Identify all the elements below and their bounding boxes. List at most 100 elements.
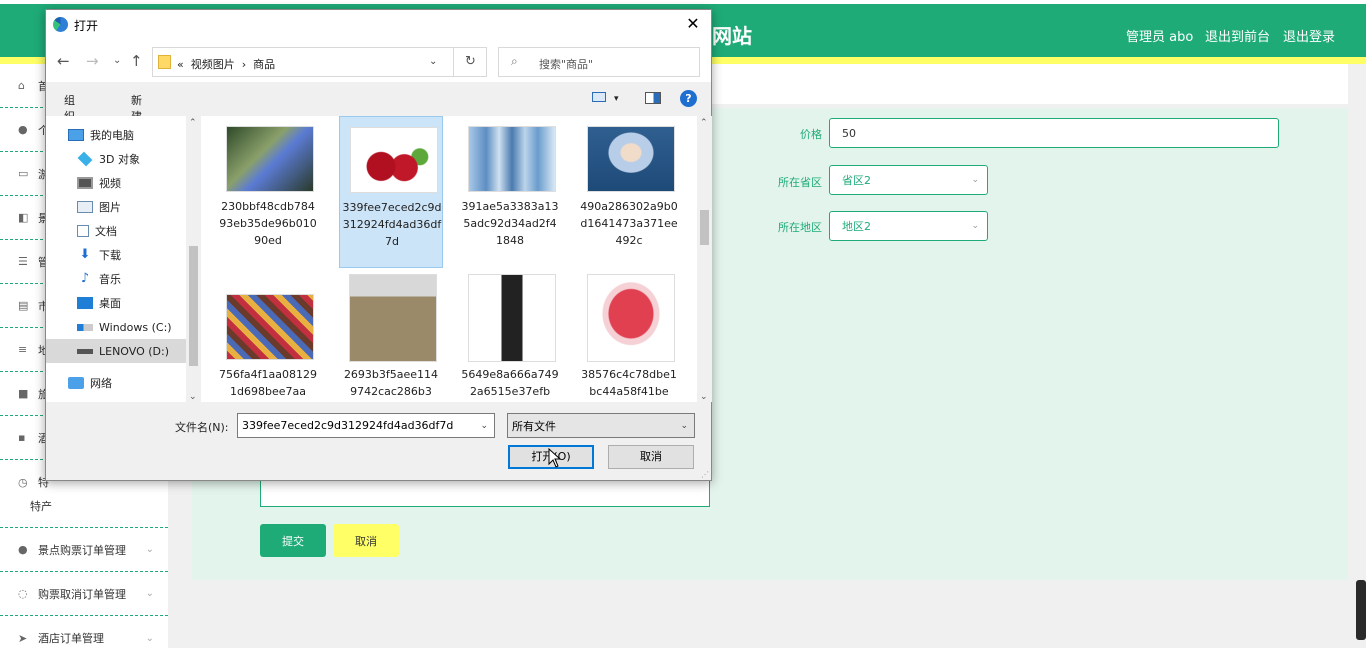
send-icon: ➤ <box>18 631 28 645</box>
file-item[interactable]: 2693b3f5aee1149742cac286b3 <box>339 270 443 422</box>
music-icon: ♪ <box>80 271 90 286</box>
scroll-up-icon[interactable]: ⌃ <box>189 118 197 128</box>
nav-item-label: 桌面 <box>99 297 121 310</box>
admin-user-label: 管理员 abo <box>1126 30 1194 45</box>
forward-arrow-icon[interactable]: → <box>86 52 99 70</box>
list-icon: ☰ <box>18 255 28 268</box>
nav-item-drive-d[interactable]: LENOVO (D:) <box>46 339 186 363</box>
dialog-cancel-button[interactable]: 取消 <box>608 445 694 469</box>
scroll-down-icon[interactable]: ⌄ <box>700 392 708 402</box>
card-icon: ▭ <box>18 167 29 180</box>
sidebar-item-label: 酒店订单管理 <box>38 632 104 645</box>
scroll-up-icon[interactable]: ⌃ <box>700 118 708 128</box>
pictures-icon <box>77 201 93 213</box>
breadcrumb-item[interactable]: 视频图片 <box>191 58 235 71</box>
price-input[interactable]: 50 <box>829 118 1279 148</box>
tube-image <box>468 274 556 362</box>
cancel-button[interactable]: 取消 <box>333 524 399 557</box>
dialog-footer: 文件名(N): 339fee7eced2c9d312924fd4ad36df7d… <box>46 402 711 480</box>
dialog-title: 打开 <box>74 19 99 33</box>
back-arrow-icon[interactable]: ← <box>57 52 70 70</box>
nav-item-label: 下载 <box>99 249 121 262</box>
chevron-down-icon[interactable]: ▾ <box>614 94 619 104</box>
site-title: 网站 <box>712 24 752 48</box>
calculator-image <box>349 274 437 362</box>
desktop-icon <box>77 297 93 309</box>
download-icon: ⬇ <box>79 247 91 262</box>
logout-link[interactable]: 退出登录 <box>1283 26 1335 45</box>
chevron-down-icon: ⌄ <box>971 175 979 185</box>
filename-label: 文件名(N): <box>175 421 229 434</box>
view-mode-icon[interactable] <box>592 92 606 102</box>
file-item[interactable]: 5649e8a666a7492a6515e37efb <box>458 270 562 422</box>
navigation-pane: 我的电脑 3D 对象 视频 图片 文档 ⬇ 下载 ♪ 音乐 桌面 Windows (… <box>46 116 201 402</box>
file-scrollbar[interactable]: ⌃ ⌄ <box>697 116 712 402</box>
scroll-widget[interactable] <box>1356 580 1366 640</box>
file-name: 339fee7eced2c9d312924fd4ad36df7d <box>342 201 442 248</box>
nav-scroll-thumb[interactable] <box>189 246 198 366</box>
cherry-image <box>350 127 438 193</box>
filename-input[interactable]: 339fee7eced2c9d312924fd4ad36df7d ⌄ <box>237 413 495 438</box>
file-item-selected[interactable]: 339fee7eced2c9d312924fd4ad36df7d <box>339 116 443 268</box>
region-select[interactable]: 地区2 ⌄ <box>829 211 988 241</box>
breadcrumb-item[interactable]: 商品 <box>253 58 275 71</box>
file-item[interactable]: 38576c4c78dbe1bc44a58f41be <box>577 270 681 422</box>
file-type-select[interactable]: 所有文件 ⌄ <box>507 413 695 438</box>
nav-item-label: 文档 <box>95 225 117 238</box>
resize-grip-icon[interactable]: ⋰ <box>701 470 709 479</box>
chevron-down-icon[interactable]: ⌄ <box>429 56 437 67</box>
printer-icon: ▤ <box>18 299 29 312</box>
cart-image <box>587 274 675 362</box>
search-input[interactable]: ⌕ 搜索"商品" <box>498 47 700 77</box>
sidebar-subitem-specialty[interactable]: 特产 <box>0 484 168 528</box>
province-select[interactable]: 省区2 ⌄ <box>829 165 988 195</box>
address-path: « 视频图片 › 商品 <box>177 58 276 71</box>
recent-dropdown-icon[interactable]: ⌄ <box>113 55 121 66</box>
chat-icon: ▪ <box>18 431 26 444</box>
province-select-value: 省区2 <box>842 174 871 187</box>
file-item[interactable]: 391ae5a3383a135adc92d34ad2f41848 <box>458 116 562 268</box>
search-icon: ⌕ <box>511 54 518 68</box>
chevron-down-icon[interactable]: ⌄ <box>480 421 488 431</box>
scroll-down-icon[interactable]: ⌄ <box>189 392 197 402</box>
file-item[interactable]: 756fa4f1aa081291d698bee7aa <box>216 270 320 422</box>
document-icon <box>77 225 89 237</box>
snacks-image <box>226 294 314 360</box>
help-icon[interactable]: ? <box>680 90 697 107</box>
folder-icon <box>158 55 171 69</box>
close-icon[interactable]: ✕ <box>681 14 705 36</box>
chevron-down-icon: ⌄ <box>145 544 154 555</box>
user-icon: ● <box>18 543 28 556</box>
nav-item-label: LENOVO (D:) <box>99 344 170 358</box>
nav-item-label: 视频 <box>99 177 121 190</box>
address-bar[interactable]: « 视频图片 › 商品 ⌄ ↻ <box>152 47 487 77</box>
region-label: 所在地区 <box>778 221 822 234</box>
file-type-value: 所有文件 <box>512 419 556 433</box>
sidebar-item-hotel-orders[interactable]: ➤ 酒店订单管理 ⌄ <box>0 616 168 648</box>
preview-pane-icon[interactable] <box>645 92 661 104</box>
refresh-icon[interactable]: ↻ <box>453 48 487 76</box>
file-scroll-thumb[interactable] <box>700 210 709 245</box>
sidebar-item-label: 景点购票订单管理 <box>38 543 126 557</box>
edge-icon <box>53 17 68 32</box>
back-to-front-link[interactable]: 退出到前台 <box>1205 26 1270 45</box>
file-name: 391ae5a3383a135adc92d34ad2f41848 <box>461 200 559 247</box>
region-select-value: 地区2 <box>842 220 871 233</box>
file-item[interactable]: 490a286302a9b0d1641473a371ee492c <box>577 116 681 268</box>
file-name: 5649e8a666a7492a6515e37efb <box>461 368 559 398</box>
mouse-cursor-icon <box>548 448 562 468</box>
address-row: ← → ⌄ ↑ « 视频图片 › 商品 ⌄ ↻ ⌕ 搜索"商品" <box>46 40 711 82</box>
file-name: 38576c4c78dbe1bc44a58f41be <box>581 368 677 398</box>
file-name: 490a286302a9b0d1641473a371ee492c <box>580 200 678 247</box>
video-icon <box>77 177 93 189</box>
submit-button[interactable]: 提交 <box>260 524 326 557</box>
file-name: 756fa4f1aa081291d698bee7aa <box>219 368 317 398</box>
up-arrow-icon[interactable]: ↑ <box>130 52 143 70</box>
filename-value: 339fee7eced2c9d312924fd4ad36df7d <box>242 419 454 432</box>
file-item[interactable]: 230bbf48cdb78493eb35de96b01090ed <box>216 116 320 268</box>
province-label: 所在省区 <box>778 176 822 189</box>
nav-item-label: Windows (C:) <box>99 320 172 334</box>
sidebar-item-ticket-orders[interactable]: ● 景点购票订单管理 ⌄ <box>0 528 168 572</box>
address-overflow: « <box>177 58 184 71</box>
sidebar-item-cancel-orders[interactable]: ◌ 购票取消订单管理 ⌄ <box>0 572 168 616</box>
